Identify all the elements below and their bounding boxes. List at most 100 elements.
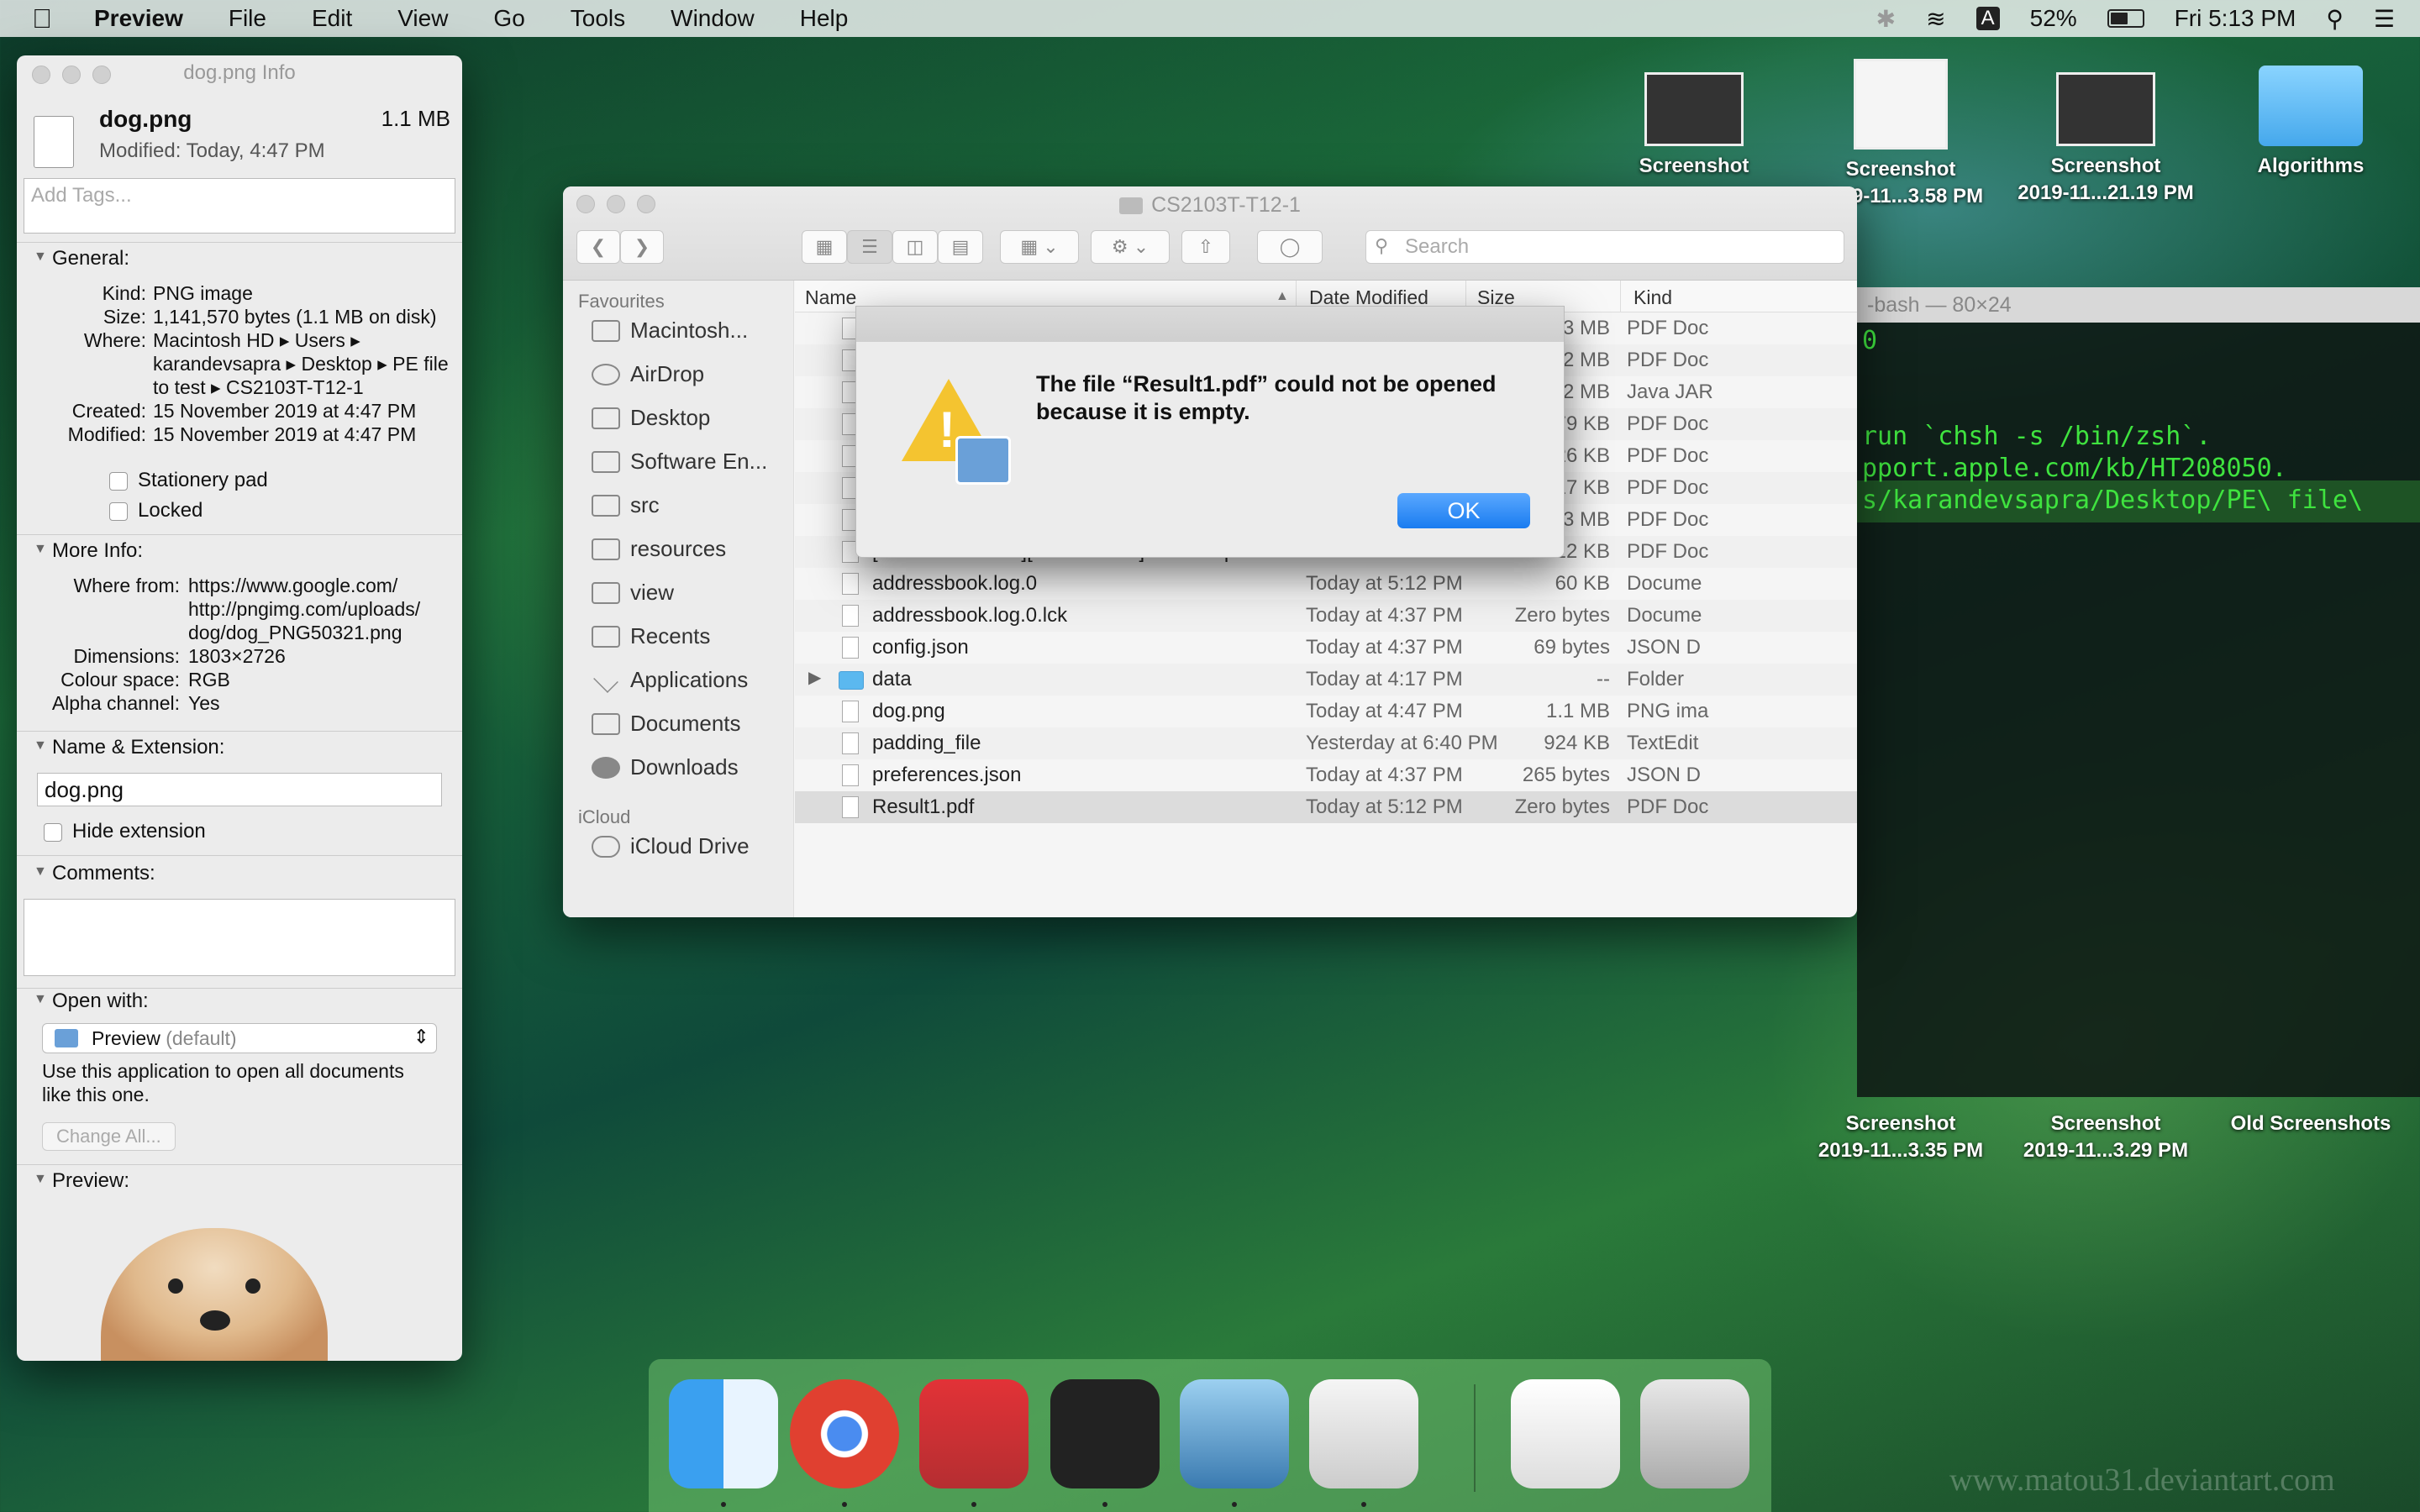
menu-help[interactable]: Help: [800, 5, 849, 32]
gear-icon[interactable]: ⚙ ⌄: [1091, 230, 1170, 264]
tag-icon[interactable]: ◯: [1257, 230, 1323, 264]
coffee-app-icon[interactable]: [1309, 1379, 1418, 1488]
apple-menu-icon[interactable]: : [32, 3, 62, 34]
more-info-section-toggle[interactable]: More Info:: [17, 539, 462, 563]
stationery-pad-checkbox[interactable]: Stationery pad: [109, 469, 445, 492]
desktop-icon-screenshot[interactable]: Screenshot 2019-11...3.35 PM: [1800, 1110, 2002, 1164]
sidebar-item-icloud-drive[interactable]: iCloud Drive: [592, 833, 750, 859]
trash-icon[interactable]: [1640, 1379, 1749, 1488]
sidebar-item-desktop[interactable]: Desktop: [592, 405, 710, 431]
column-kind-header[interactable]: Kind: [1634, 286, 1672, 309]
kind-cell: PDF Doc: [1627, 317, 1709, 339]
hide-extension-checkbox[interactable]: Hide extension: [44, 820, 380, 843]
battery-level: [2110, 13, 2128, 24]
disclosure-triangle-icon[interactable]: ▶: [808, 667, 821, 688]
column-name-header[interactable]: Name: [805, 286, 856, 309]
sidebar-item-recents[interactable]: Recents: [592, 623, 710, 649]
comments-section-toggle[interactable]: Comments:: [17, 862, 462, 885]
search-input[interactable]: Search: [1365, 230, 1844, 264]
desktop-icon-screenshot[interactable]: Screenshot: [1593, 72, 1795, 180]
sidebar-item-applications[interactable]: Applications: [592, 667, 748, 693]
change-all-button[interactable]: Change All...: [42, 1122, 176, 1151]
sidebar-item-software-en[interactable]: Software En...: [592, 449, 767, 475]
menu-app-name[interactable]: Preview: [94, 5, 183, 32]
desktop-icon-old-screenshots-folder[interactable]: Old Screenshots: [2210, 1110, 2412, 1137]
menu-view[interactable]: View: [397, 5, 448, 32]
back-button[interactable]: ❮: [576, 230, 620, 264]
minimize-button[interactable]: [62, 66, 81, 84]
png-file-icon: [34, 116, 74, 168]
battery-icon[interactable]: [2107, 9, 2144, 28]
menu-window[interactable]: Window: [671, 5, 755, 32]
sidebar-item-documents[interactable]: Documents: [592, 711, 741, 737]
table-row[interactable]: dog.png Today at 4:47 PM 1.1 MB PNG ima: [795, 696, 1857, 727]
list-view-icon[interactable]: ☰: [847, 230, 892, 264]
alert-message-line: The file “Result1.pdf” could not be open…: [1036, 371, 1497, 396]
table-row[interactable]: Result1.pdf Today at 5:12 PM Zero bytes PDF…: [795, 791, 1857, 823]
battery-percent[interactable]: 52%: [2030, 5, 2077, 32]
wifi-icon[interactable]: ≋: [1926, 5, 1945, 33]
info-window: dog.png Info dog.png 1.1 MB Modified: To…: [17, 55, 462, 1361]
chrome-icon[interactable]: [790, 1379, 899, 1488]
documents-stack-icon[interactable]: [1511, 1379, 1620, 1488]
comments-field[interactable]: [24, 899, 455, 976]
table-row[interactable]: preferences.json Today at 4:37 PM 265 byte…: [795, 759, 1857, 791]
checkbox[interactable]: [44, 822, 62, 842]
terminal-window[interactable]: -bash — 80×24 0 run `chsh -s /bin/zsh`. …: [1857, 287, 2420, 1097]
table-row[interactable]: padding_file Yesterday at 6:40 PM 924 KB Te…: [795, 727, 1857, 759]
desktop-icon-screenshot[interactable]: Screenshot 2019-11...3.29 PM: [2005, 1110, 2207, 1164]
forward-button[interactable]: ❯: [620, 230, 664, 264]
preview-badge-icon: [955, 436, 1011, 485]
table-row[interactable]: config.json Today at 4:37 PM 69 bytes JSON …: [795, 632, 1857, 664]
where-from-value: http://pngimg.com/uploads/: [188, 598, 421, 620]
folder-icon: [592, 581, 620, 604]
zoom-button[interactable]: [92, 66, 111, 84]
input-source-icon[interactable]: A: [1975, 7, 2000, 30]
menu-clock[interactable]: Fri 5:13 PM: [2175, 5, 2296, 32]
group-by-icon[interactable]: ▦ ⌄: [1000, 230, 1079, 264]
spotlight-search-icon[interactable]: ⚲: [2326, 5, 2344, 33]
angular-icon[interactable]: [919, 1379, 1028, 1488]
tags-input[interactable]: Add Tags...: [24, 178, 455, 234]
desktop-icon-algorithms-folder[interactable]: Algorithms: [2210, 66, 2412, 180]
close-button[interactable]: [32, 66, 50, 84]
name-extension-section-toggle[interactable]: Name & Extension:: [17, 736, 462, 759]
sidebar-item-src[interactable]: src: [592, 492, 660, 518]
sidebar-item-label: Recents: [630, 623, 711, 648]
notification-center-icon[interactable]: ☰: [2374, 5, 2395, 33]
sidebar-item-downloads[interactable]: Downloads: [592, 754, 739, 780]
finder-icon[interactable]: [669, 1379, 778, 1488]
table-row[interactable]: addressbook.log.0 Today at 5:12 PM 60 KB Do…: [795, 568, 1857, 600]
bluetooth-icon[interactable]: ✱: [1876, 5, 1896, 33]
ok-button[interactable]: OK: [1397, 493, 1530, 528]
preview-icon[interactable]: [1180, 1379, 1289, 1488]
checkbox[interactable]: [109, 471, 128, 491]
checkbox[interactable]: [109, 501, 128, 521]
preview-section-toggle[interactable]: Preview:: [17, 1169, 462, 1193]
open-with-popup[interactable]: Preview (default) ⇕: [42, 1023, 437, 1053]
file-name-field[interactable]: dog.png: [37, 773, 442, 806]
menu-go[interactable]: Go: [493, 5, 524, 32]
column-view-icon[interactable]: ◫: [892, 230, 938, 264]
general-section-toggle[interactable]: General:: [17, 247, 462, 270]
locked-checkbox[interactable]: Locked: [109, 499, 445, 522]
menu-tools[interactable]: Tools: [571, 5, 625, 32]
sidebar-item-airdrop[interactable]: AirDrop: [592, 361, 704, 387]
file-icon: [842, 573, 859, 595]
menu-file[interactable]: File: [229, 5, 266, 32]
open-with-section-toggle[interactable]: Open with:: [17, 990, 462, 1013]
menu-edit[interactable]: Edit: [312, 5, 352, 32]
terminal-icon[interactable]: [1050, 1379, 1160, 1488]
share-icon[interactable]: ⇧: [1181, 230, 1230, 264]
sidebar-item-view[interactable]: view: [592, 580, 674, 606]
sidebar-item-macintosh[interactable]: Macintosh...: [592, 318, 748, 344]
table-row[interactable]: ▶ data Today at 4:17 PM -- Folder: [795, 664, 1857, 696]
size-cell: 60 KB: [1555, 572, 1610, 595]
desktop-icon-screenshot[interactable]: Screenshot 2019-11...21.19 PM: [2005, 72, 2207, 207]
gallery-view-icon[interactable]: ▤: [938, 230, 983, 264]
table-row[interactable]: addressbook.log.0.lck Today at 4:37 PM Zer…: [795, 600, 1857, 632]
icon-view-icon[interactable]: ▦: [802, 230, 847, 264]
kind-cell: Folder: [1627, 668, 1685, 690]
sidebar-item-resources[interactable]: resources: [592, 536, 726, 562]
finder-toolbar: CS2103T-T12-1 ❮ ❯ ▦ ☰ ◫ ▤ ▦ ⌄ ⚙ ⌄ ⇧ ◯ Se…: [563, 186, 1857, 281]
